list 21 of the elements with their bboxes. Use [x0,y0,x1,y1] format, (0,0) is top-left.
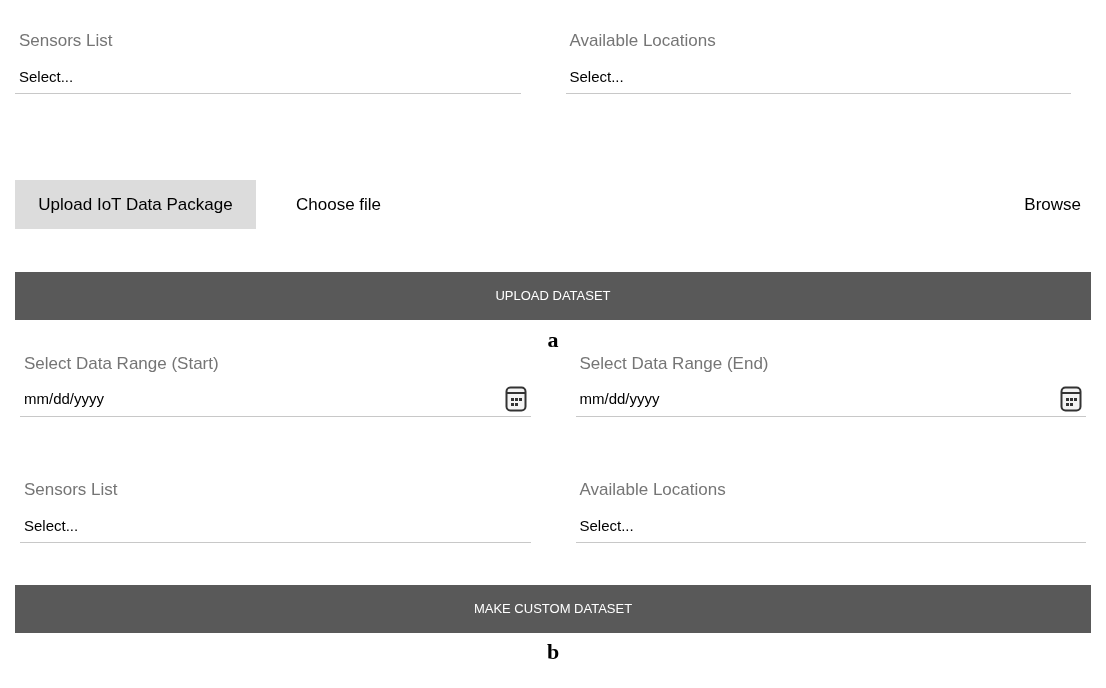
calendar-icon[interactable] [1060,385,1082,412]
field-label: Available Locations [578,479,727,501]
select-dropdown[interactable]: Select... [20,511,531,543]
submit-button[interactable]: UPLOAD DATASET [15,272,1091,320]
date-input[interactable]: mm/dd/yyyy [24,381,505,416]
figure-caption: a [547,327,559,353]
calendar-icon[interactable] [504,385,527,412]
date-input[interactable]: mm/dd/yyyy [579,381,1060,416]
field-label: Select Data Range (End) [578,353,770,375]
field-label: Sensors List [23,479,119,501]
field-label: Sensors List [18,30,114,52]
field-label: Select Data Range (Start) [23,353,220,375]
figure-caption: b [546,639,560,665]
select-dropdown[interactable]: Select... [15,62,521,94]
upload-button[interactable]: Upload IoT Data Package [15,180,256,229]
field-label: Available Locations [568,30,717,52]
file-name-label: Choose file [296,193,382,216]
browse-button[interactable]: Browse [1024,191,1081,218]
select-dropdown[interactable]: Select... [565,62,1071,94]
select-dropdown[interactable]: Select... [575,511,1086,543]
submit-button[interactable]: MAKE CUSTOM DATASET [15,585,1091,633]
